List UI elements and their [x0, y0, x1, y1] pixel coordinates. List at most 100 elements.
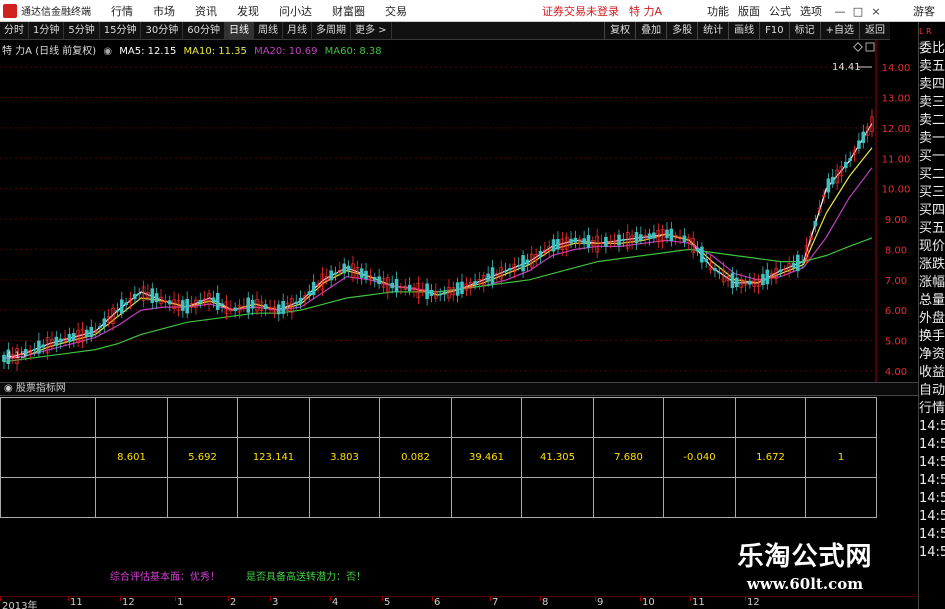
- side-panel-item[interactable]: 自动: [919, 382, 945, 400]
- menu-bar: 通达信金融终端 行情 市场 资讯 发现 问小达 财富圈 交易 证券交易未登录 特…: [0, 0, 945, 22]
- side-panel-item[interactable]: 14:5: [919, 436, 945, 454]
- menu-item-market[interactable]: 市场: [153, 3, 175, 19]
- side-panel-item[interactable]: 14:5: [919, 454, 945, 472]
- candle-body: [359, 268, 364, 278]
- menu-item-news[interactable]: 资讯: [195, 3, 217, 19]
- period-monthly[interactable]: 月线: [283, 21, 312, 40]
- menu-function[interactable]: 功能: [707, 3, 729, 19]
- side-panel-item[interactable]: 委比: [919, 40, 945, 58]
- indicator-cell: 0.082: [379, 437, 452, 478]
- menu-item-quotes[interactable]: 行情: [111, 3, 133, 19]
- side-panel-item[interactable]: 卖四: [919, 76, 945, 94]
- date-tick-mark: [270, 597, 271, 601]
- indicator-table: 8.601 5.692 123.141 3.803 0.082 39.461 4…: [0, 397, 877, 518]
- indicator-cell: 5.692: [167, 437, 238, 478]
- side-panel-item[interactable]: 14:5: [919, 508, 945, 526]
- indicator-cell: 41.305: [521, 437, 594, 478]
- diamond-icon: [853, 42, 863, 52]
- side-panel-top[interactable]: L R: [919, 22, 945, 40]
- candle-body: [71, 332, 76, 341]
- side-panel-item[interactable]: 涨幅: [919, 274, 945, 292]
- btn-overlay[interactable]: 叠加: [635, 22, 666, 40]
- btn-restore-rights[interactable]: 复权: [604, 22, 635, 40]
- candle-body: [329, 270, 333, 281]
- side-panel-item[interactable]: 涨跌: [919, 256, 945, 274]
- candle-body: [761, 273, 765, 286]
- side-panel-item[interactable]: 买一: [919, 148, 945, 166]
- minimize-icon[interactable]: —: [831, 5, 849, 18]
- candle-body: [58, 338, 63, 343]
- side-panel-item[interactable]: 行情: [919, 400, 945, 418]
- maximize-icon[interactable]: □: [849, 5, 867, 18]
- side-panel-item[interactable]: 净资: [919, 346, 945, 364]
- menu-formula[interactable]: 公式: [769, 3, 791, 19]
- period-1min[interactable]: 1分钟: [29, 21, 65, 40]
- btn-f10[interactable]: F10: [759, 22, 788, 40]
- menu-item-discover[interactable]: 发现: [237, 3, 259, 19]
- side-panel-item[interactable]: 14:5: [919, 472, 945, 490]
- side-panel-item[interactable]: 换手: [919, 328, 945, 346]
- period-5min[interactable]: 5分钟: [64, 21, 100, 40]
- side-panel-item[interactable]: 外盘: [919, 310, 945, 328]
- side-panel-item[interactable]: 卖三: [919, 94, 945, 112]
- side-panel-item[interactable]: 买五: [919, 220, 945, 238]
- guest-label[interactable]: 游客: [913, 3, 935, 19]
- side-panel-item[interactable]: 总量: [919, 292, 945, 310]
- watermark-url: www.60lt.com: [746, 575, 864, 593]
- candle-body: [250, 300, 255, 309]
- period-30min[interactable]: 30分钟: [141, 21, 184, 40]
- date-tick-mark: [68, 597, 69, 601]
- period-tick[interactable]: 分时: [0, 21, 29, 40]
- expand-icon: [865, 42, 875, 52]
- menu-item-trade[interactable]: 交易: [385, 3, 407, 19]
- candle-body: [647, 233, 652, 239]
- period-60min[interactable]: 60分钟: [183, 21, 225, 40]
- period-15min[interactable]: 15分钟: [100, 21, 142, 40]
- menu-layout[interactable]: 版面: [738, 3, 760, 19]
- date-tick-label: 8: [542, 597, 549, 608]
- side-panel-item[interactable]: 买二: [919, 166, 945, 184]
- close-icon[interactable]: ×: [867, 5, 885, 18]
- indicator-cell: 7.680: [593, 437, 664, 478]
- period-daily[interactable]: 日线: [224, 21, 254, 40]
- menu-item-fortune[interactable]: 财富圈: [332, 3, 365, 19]
- menu-options[interactable]: 选项: [800, 3, 822, 19]
- side-panel-item[interactable]: 现价: [919, 238, 945, 256]
- period-toolbar: 分时 1分钟 5分钟 15分钟 30分钟 60分钟 日线 周线 月线 多周期 更…: [0, 21, 890, 40]
- side-panel-item[interactable]: 收益: [919, 364, 945, 382]
- period-multi[interactable]: 多周期: [312, 21, 351, 40]
- side-panel-item[interactable]: 买三: [919, 184, 945, 202]
- side-panel-item[interactable]: 14:5: [919, 418, 945, 436]
- date-tick-mark: [382, 597, 383, 601]
- series-line-ma60: [3, 237, 873, 363]
- side-panel-item[interactable]: 卖二: [919, 112, 945, 130]
- candle-body: [407, 284, 412, 291]
- candle-body: [294, 301, 299, 304]
- btn-add-favorite[interactable]: +自选: [819, 22, 859, 40]
- candle-body: [377, 276, 381, 285]
- btn-multi-stock[interactable]: 多股: [666, 22, 697, 40]
- login-status[interactable]: 证券交易未登录: [542, 3, 619, 19]
- btn-back[interactable]: 返回: [859, 22, 890, 40]
- side-panel-item[interactable]: 买四: [919, 202, 945, 220]
- kline-chart[interactable]: 14.00 13.00 12.00 11.00 10.00 9.00 8.00 7.00 6.0…: [0, 40, 918, 382]
- candle-body: [621, 238, 626, 241]
- chart-header: 特 力A (日线 前复权) ◉ MA5: 12.15 MA10: 11.35 M…: [2, 42, 386, 57]
- menu-item-ask[interactable]: 问小达: [279, 3, 312, 19]
- candle-body: [346, 265, 351, 271]
- period-more[interactable]: 更多 >: [351, 21, 392, 40]
- side-panel-item[interactable]: 卖五: [919, 58, 945, 76]
- period-weekly[interactable]: 周线: [254, 21, 283, 40]
- side-panel-item[interactable]: 14:5: [919, 544, 945, 562]
- btn-statistics[interactable]: 统计: [697, 22, 728, 40]
- date-tick-label: 2: [230, 597, 237, 608]
- side-panel-item[interactable]: 14:5: [919, 526, 945, 544]
- btn-draw[interactable]: 画线: [728, 22, 759, 40]
- btn-mark[interactable]: 标记: [788, 22, 820, 40]
- ma-toggle-icon[interactable]: ◉: [103, 46, 112, 57]
- side-panel-item[interactable]: 14:5: [919, 490, 945, 508]
- candle-body: [311, 281, 316, 296]
- indicator-settings-icon[interactable]: ◉: [4, 383, 16, 394]
- side-panel-item[interactable]: 卖一: [919, 130, 945, 148]
- candle-body: [551, 239, 556, 252]
